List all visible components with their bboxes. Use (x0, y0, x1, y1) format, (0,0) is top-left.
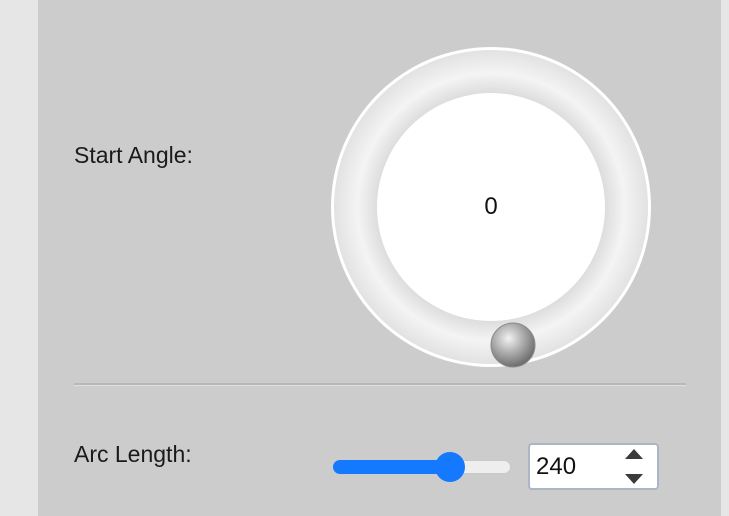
dial-graphic (331, 47, 651, 368)
right-margin (721, 0, 729, 516)
dial-knob (490, 322, 536, 368)
slider-fill (333, 460, 450, 474)
dial-face (377, 93, 605, 321)
left-margin (0, 0, 38, 516)
slider-thumb[interactable] (435, 452, 465, 482)
arc-length-slider[interactable] (333, 452, 511, 482)
section-divider (74, 383, 686, 386)
spin-up-arrow-icon[interactable] (625, 449, 643, 459)
start-angle-label: Start Angle: (74, 142, 193, 168)
arc-length-spinbox[interactable]: 240 (528, 443, 659, 490)
start-angle-dial[interactable]: 0 (330, 46, 652, 368)
arc-length-value[interactable]: 240 (536, 453, 576, 481)
spin-down-arrow-icon[interactable] (625, 474, 643, 484)
arc-length-label: Arc Length: (74, 441, 192, 467)
